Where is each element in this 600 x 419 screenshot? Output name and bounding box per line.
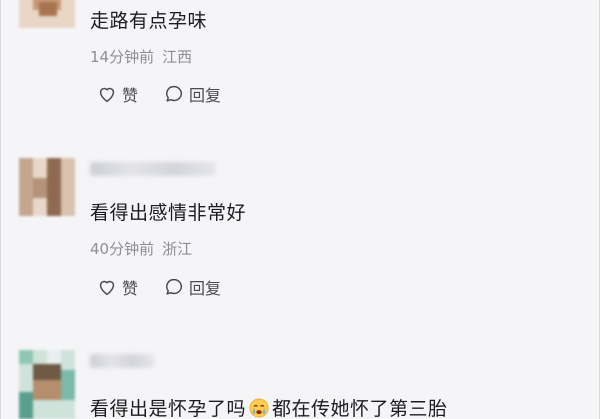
like-label: 赞 <box>122 279 139 298</box>
comment-meta: 40分钟前 浙江 <box>90 238 192 259</box>
comment-text-part: 看得出是怀孕了吗 <box>90 398 247 419</box>
username-blurred <box>90 162 216 176</box>
reply-button[interactable]: 回复 <box>163 275 221 299</box>
crying-face-emoji <box>249 398 269 418</box>
reply-label: 回复 <box>189 86 222 105</box>
like-button[interactable]: 赞 <box>96 82 138 106</box>
like-label: 赞 <box>122 86 139 105</box>
comment-text: 看得出感情非常好 <box>90 202 247 224</box>
comment-text: 走路有点孕味 <box>90 10 208 32</box>
avatar[interactable] <box>19 0 75 28</box>
heart-outline-icon <box>99 280 115 296</box>
comment-text-part: 都在传她怀了第三胎 <box>272 398 448 419</box>
comment-meta: 14分钟前 江西 <box>90 46 192 67</box>
reply-button[interactable]: 回复 <box>163 82 221 106</box>
avatar[interactable] <box>19 350 75 419</box>
comment-text: 看得出是怀孕了吗 都在传她怀了第三胎 <box>90 394 448 419</box>
comment-location: 江西 <box>162 48 193 66</box>
comment-location: 浙江 <box>162 240 193 258</box>
reply-label: 回复 <box>189 279 222 298</box>
like-button[interactable]: 赞 <box>96 275 138 299</box>
username-blurred <box>90 354 154 368</box>
speech-bubble-icon <box>166 85 183 102</box>
avatar[interactable] <box>19 158 75 216</box>
comment-list: 走路有点孕味 14分钟前 江西 赞 回复 看得出感情非常好 40分钟前 浙江 赞 回… <box>0 0 600 419</box>
speech-bubble-icon <box>166 278 183 295</box>
comment-time: 14分钟前 <box>90 48 155 66</box>
heart-outline-icon <box>99 87 115 103</box>
comment-time: 40分钟前 <box>90 240 155 258</box>
